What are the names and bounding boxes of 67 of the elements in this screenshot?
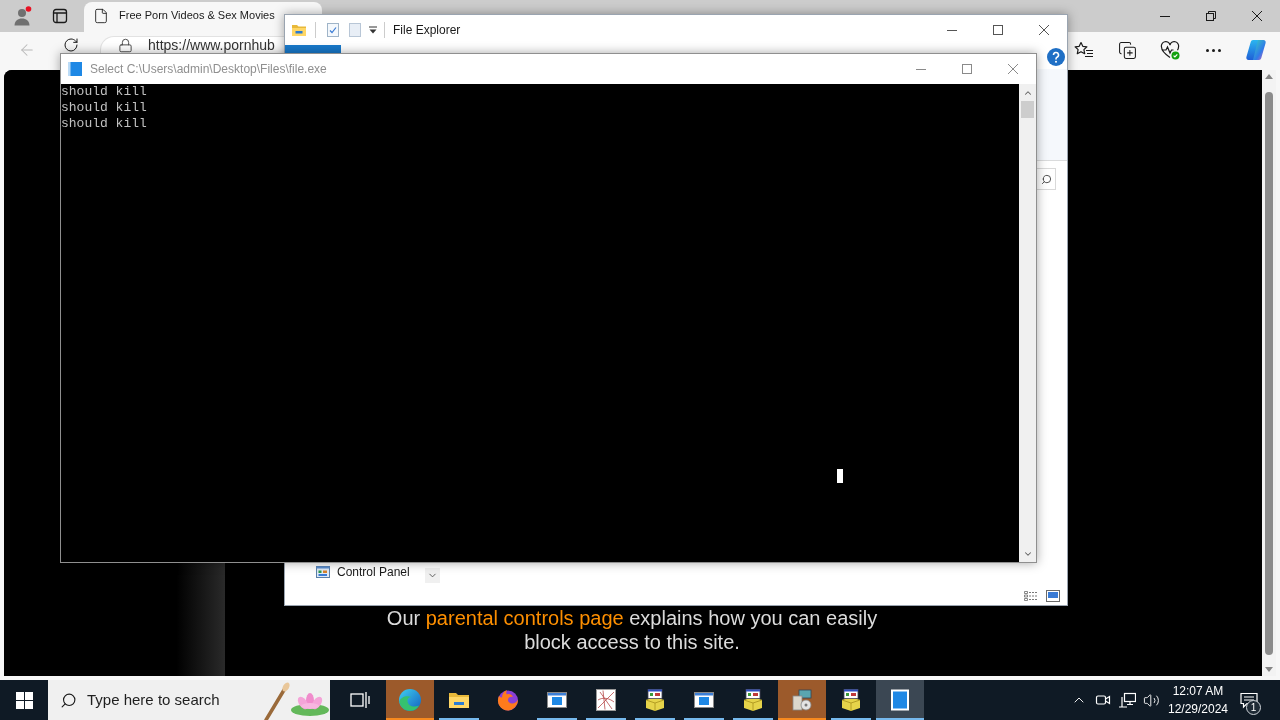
console-icon [68, 62, 82, 76]
lock-icon [118, 38, 133, 53]
help-icon[interactable] [1047, 48, 1065, 66]
restore-icon [1206, 11, 1216, 21]
search-input[interactable]: Type here to search [87, 688, 237, 712]
swirl-browser-icon [398, 688, 422, 712]
large-icons-view-icon[interactable] [1046, 589, 1060, 602]
window-title: File Explorer [393, 22, 461, 39]
window-tiles-icon [316, 566, 330, 578]
more-icon [1205, 48, 1221, 52]
scroll-down-arrow-icon [1265, 667, 1273, 672]
framed-window-icon [888, 688, 912, 712]
page-icon [93, 7, 109, 24]
window-title: Select C:\Users\admin\Desktop\Files\file.exe [90, 61, 327, 78]
stacked-squares-plus-icon [1117, 40, 1137, 60]
scroll-thumb[interactable] [1265, 92, 1273, 655]
profile-icon [12, 6, 32, 26]
minimize-icon [1160, 15, 1170, 17]
search-icon [1040, 173, 1052, 185]
speaker-icon [1142, 691, 1160, 709]
speech-bubble-icon [1240, 691, 1258, 709]
reload-icon [63, 37, 79, 53]
notifications-button[interactable]: 1 [1233, 680, 1265, 720]
caret-icon [369, 26, 377, 34]
maximize-icon [962, 64, 972, 74]
block-cursor-icon [837, 469, 843, 483]
close-icon [1039, 25, 1049, 35]
star-list-icon [1074, 41, 1094, 59]
scroll-up-arrow-icon [1265, 74, 1273, 79]
gradient-logo-icon [1245, 39, 1267, 61]
parental-controls-notice: Our parental controls page explains how you can easily block access to this site. [385, 606, 879, 654]
details-view-icon[interactable] [1024, 589, 1038, 602]
camera-icon [1095, 692, 1111, 708]
address-bar[interactable]: https://www.pornhub [100, 36, 284, 53]
folder-icon [291, 22, 307, 38]
close-icon [1252, 11, 1262, 21]
parental-controls-link[interactable]: parental controls page [425, 607, 624, 629]
flame-globe-icon [496, 688, 520, 712]
console-output-line: should kill [61, 100, 147, 116]
notification-count-badge: 1 [1246, 700, 1261, 715]
console-output-line: should kill [61, 84, 147, 100]
search-icon [60, 691, 77, 709]
installer-box-icon [839, 688, 863, 712]
scroll-thumb[interactable] [1021, 101, 1034, 118]
navigation-item[interactable]: Control Panel [316, 565, 410, 579]
network-icon [1118, 692, 1136, 708]
task-view-icon [350, 691, 370, 709]
taskbar-search-box[interactable]: Type here to search [48, 680, 330, 720]
maximize-icon [993, 25, 1003, 35]
close-icon [1008, 64, 1018, 74]
console-output-line: should kill [61, 116, 147, 132]
minimize-icon [947, 29, 957, 31]
minimize-icon [916, 68, 926, 70]
taskbar-clock[interactable]: 12:07 AM 12/29/2024 [1163, 680, 1233, 720]
blank-page-icon [347, 22, 363, 38]
window-panes-icon [52, 8, 68, 24]
sketch-drawing-icon [594, 688, 618, 712]
browser-tab[interactable]: Free Porn Videos & Sex Movies [84, 2, 322, 32]
installer-box-icon [741, 688, 765, 712]
document-check-icon [325, 22, 341, 38]
taskbar-app-button[interactable] [876, 680, 924, 720]
windows-logo-icon [15, 691, 33, 709]
heart-pulse-icon [1160, 40, 1180, 60]
console-scrollbar[interactable] [1019, 84, 1036, 562]
installer-box-icon [643, 688, 667, 712]
page-scrollbar[interactable] [1262, 70, 1276, 676]
computer-setup-icon [790, 688, 814, 712]
